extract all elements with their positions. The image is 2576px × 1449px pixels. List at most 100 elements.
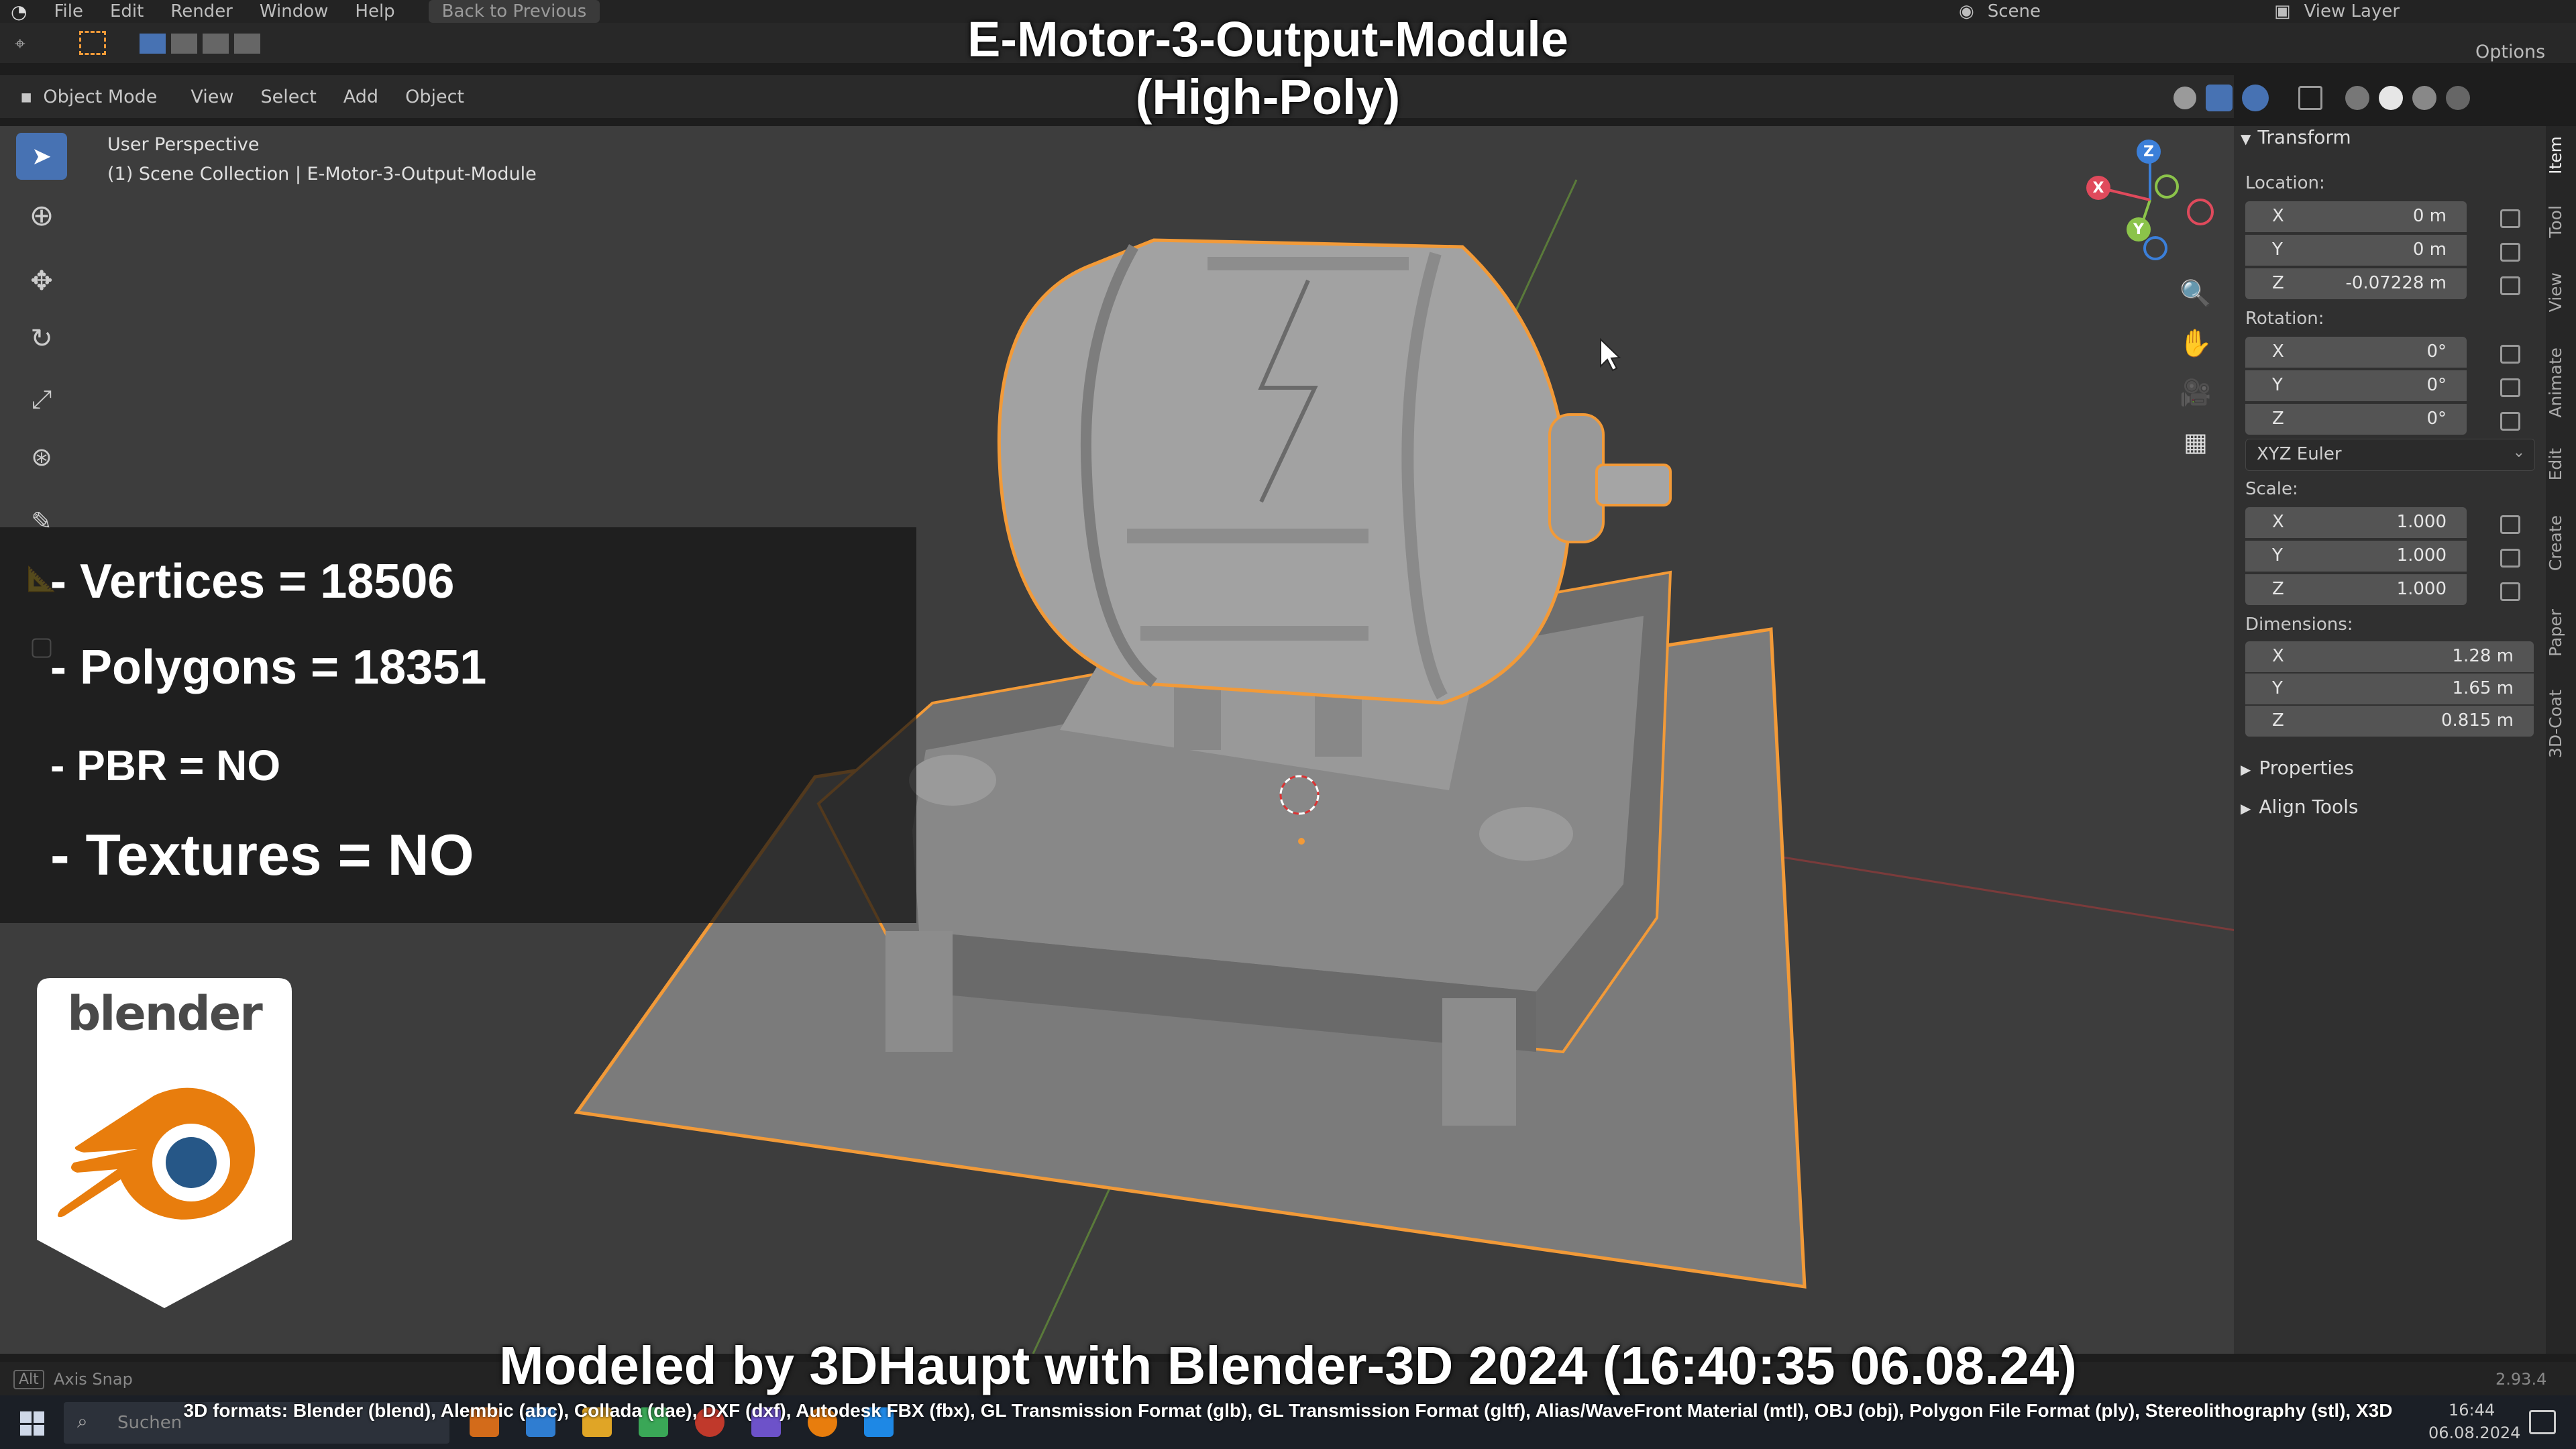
lock-icon[interactable] <box>2500 378 2520 397</box>
foot-left <box>885 931 953 1052</box>
lock-icon[interactable] <box>2500 209 2520 228</box>
tab-edit[interactable]: Edit <box>2546 448 2576 480</box>
selection-mode-buttons[interactable] <box>140 34 260 54</box>
move-icon: ✥ <box>30 266 53 297</box>
tab-paper[interactable]: Paper <box>2546 609 2576 657</box>
camera-view-button[interactable]: 🎥 <box>2176 373 2215 412</box>
expand-arrow-icon: ▶ <box>2241 761 2251 777</box>
back-to-previous-button[interactable]: Back to Previous <box>428 0 600 23</box>
lock-icon[interactable] <box>2500 582 2520 601</box>
scale-tool[interactable]: ⤢ <box>16 376 67 423</box>
rotation-x-field[interactable]: X 0° <box>2245 337 2467 368</box>
mesh-stats-panel: - Vertices = 18506 - Polygons = 18351 - … <box>0 527 916 923</box>
tab-tool[interactable]: Tool <box>2546 205 2576 238</box>
header-menu-view[interactable]: View <box>191 87 233 107</box>
cursor-tool[interactable]: ⊕ <box>16 192 67 239</box>
properties-section-header[interactable]: ▶ Properties <box>2241 757 2354 779</box>
object-mode-dropdown[interactable]: Object Mode <box>43 87 157 107</box>
axis-label: Y <box>2272 545 2283 566</box>
view-layer-selector[interactable]: ▣ View Layer <box>2274 0 2400 23</box>
axis-label: Z <box>2272 273 2284 293</box>
menu-edit[interactable]: Edit <box>110 1 144 21</box>
field-value: 1.000 <box>2396 579 2447 599</box>
tab-3d-coat[interactable]: 3D-Coat <box>2546 690 2576 758</box>
lock-icon[interactable] <box>2500 412 2520 431</box>
lock-icon[interactable] <box>2500 345 2520 364</box>
ortho-toggle-button[interactable]: ▦ <box>2176 423 2215 462</box>
rotate-tool[interactable]: ↻ <box>16 315 67 362</box>
axis-label: X <box>2272 646 2284 666</box>
hand-icon: ✋ <box>2179 327 2212 359</box>
pad-left <box>909 755 996 806</box>
zoom-button[interactable]: 🔍 <box>2176 274 2215 313</box>
transform-tool[interactable]: ⊛ <box>16 433 67 480</box>
header-menu-object[interactable]: Object <box>405 87 464 107</box>
transform-icon: ⊛ <box>31 442 52 472</box>
field-value: 0° <box>2426 341 2447 362</box>
dimensions-y-field[interactable]: Y 1.65 m <box>2245 674 2534 704</box>
scale-z-field[interactable]: Z 1.000 <box>2245 574 2467 605</box>
menu-file[interactable]: File <box>54 1 83 21</box>
axis-label: X <box>2272 341 2284 362</box>
scale-icon: ⤢ <box>31 384 52 414</box>
dimensions-label: Dimensions: <box>2245 614 2353 635</box>
viewport-collection-label: (1) Scene Collection | E-Motor-3-Output-… <box>107 164 537 184</box>
viewport-shading-buttons[interactable] <box>2174 83 2522 113</box>
tab-view[interactable]: View <box>2546 272 2576 312</box>
lock-icon[interactable] <box>2500 276 2520 295</box>
scale-y-field[interactable]: Y 1.000 <box>2245 541 2467 572</box>
expand-arrow-icon: ▶ <box>2241 800 2251 816</box>
axis-label: Z <box>2272 409 2284 429</box>
field-value: 1.65 m <box>2452 678 2514 698</box>
tab-animate[interactable]: Animate <box>2546 347 2576 418</box>
rotation-z-field[interactable]: Z 0° <box>2245 404 2467 435</box>
axis-label: Y <box>2272 239 2283 260</box>
gizmo-y-axis[interactable]: Y <box>2127 217 2151 241</box>
select-box-tool[interactable]: ➤ <box>16 133 67 180</box>
menu-help[interactable]: Help <box>355 1 394 21</box>
blender-icon[interactable]: ◔ <box>11 1 27 23</box>
rib-1 <box>1127 529 1368 543</box>
scale-x-field[interactable]: X 1.000 <box>2245 507 2467 538</box>
select-box-icon[interactable] <box>79 31 106 55</box>
gizmo-z-axis[interactable]: Z <box>2137 140 2161 164</box>
chevron-down-icon: ⌄ <box>2512 444 2525 461</box>
pan-button[interactable]: ✋ <box>2176 323 2215 362</box>
field-value: 0.815 m <box>2440 710 2514 731</box>
mouse-pointer <box>1600 337 1621 372</box>
field-value: 0 m <box>2412 206 2447 226</box>
blender-wordmark: blender <box>67 986 263 1041</box>
dimensions-x-field[interactable]: X 1.28 m <box>2245 641 2534 672</box>
header-menu-select[interactable]: Select <box>260 87 316 107</box>
view-layer-name[interactable]: View Layer <box>2304 1 2400 21</box>
polygons-stat: - Polygons = 18351 <box>50 641 487 694</box>
location-y-field[interactable]: Y 0 m <box>2245 235 2467 266</box>
editor-type-icon[interactable]: ⌖ <box>15 32 42 54</box>
location-x-field[interactable]: X 0 m <box>2245 201 2467 232</box>
location-label: Location: <box>2245 173 2325 193</box>
move-tool[interactable]: ✥ <box>16 258 67 305</box>
location-z-field[interactable]: Z -0.07228 m <box>2245 268 2467 299</box>
menu-render[interactable]: Render <box>170 1 233 21</box>
transform-section-header[interactable]: ▼ Transform <box>2241 126 2351 148</box>
scene-name[interactable]: Scene <box>1988 1 2041 21</box>
scene-selector[interactable]: ◉ Scene <box>1959 0 2041 23</box>
lock-icon[interactable] <box>2500 549 2520 568</box>
rotation-y-field[interactable]: Y 0° <box>2245 370 2467 401</box>
tab-create[interactable]: Create <box>2546 515 2576 571</box>
lock-icon[interactable] <box>2500 243 2520 262</box>
formats-overlay: 3D formats: Blender (blend), Alembic (ab… <box>183 1400 2393 1421</box>
view-layer-icon: ▣ <box>2274 1 2291 21</box>
dimensions-z-field[interactable]: Z 0.815 m <box>2245 706 2534 737</box>
tab-item[interactable]: Item <box>2546 136 2576 174</box>
cursor-arrow-icon: ➤ <box>31 142 52 170</box>
menu-window[interactable]: Window <box>260 1 329 21</box>
header-menu-add[interactable]: Add <box>343 87 378 107</box>
lock-icon[interactable] <box>2500 515 2520 534</box>
options-dropdown[interactable]: Options <box>2475 42 2545 62</box>
rotation-mode-dropdown[interactable]: XYZ Euler ⌄ <box>2245 439 2535 471</box>
collapse-arrow-icon: ▼ <box>2241 131 2251 147</box>
gizmo-x-axis[interactable]: X <box>2086 176 2110 200</box>
align-tools-section-header[interactable]: ▶ Align Tools <box>2241 796 2359 818</box>
field-value: 1.28 m <box>2452 646 2514 666</box>
